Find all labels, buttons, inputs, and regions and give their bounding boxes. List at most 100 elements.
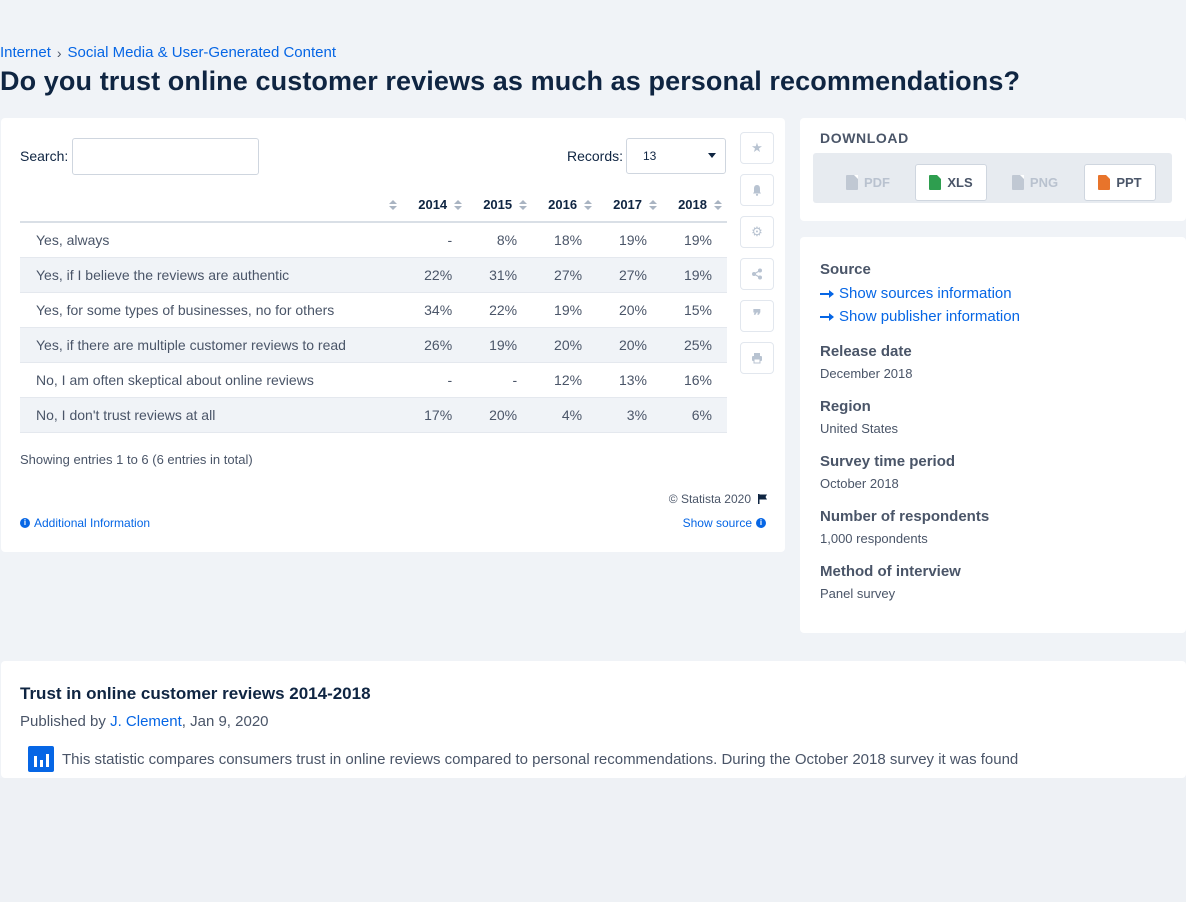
row-label: Yes, always [20, 222, 403, 258]
table-row: Yes, if there are multiple customer revi… [20, 327, 727, 363]
quote-icon: ❞ [752, 308, 762, 325]
search-input[interactable] [72, 138, 259, 175]
cell: 19% [597, 222, 663, 258]
cell: 20% [597, 292, 663, 328]
statistic-table-card: Search: Records: 13 2014 2015 2016 2017 … [1, 118, 785, 552]
row-label: Yes, if I believe the reviews are authen… [20, 257, 403, 293]
cell: 19% [662, 257, 727, 293]
page-title: Do you trust online customer reviews as … [0, 66, 1021, 96]
published-prefix: Published by [20, 713, 111, 730]
cell: 27% [597, 257, 663, 293]
star-icon: ★ [751, 140, 763, 155]
cell: - [402, 362, 468, 398]
respondents-value: 1,000 respondents [820, 531, 928, 546]
cell: - [402, 222, 468, 258]
sort-icon [454, 200, 463, 212]
source-card: Source Show sources information Show pub… [800, 237, 1186, 633]
favorite-button[interactable]: ★ [740, 132, 774, 164]
cell: 34% [402, 292, 468, 328]
release-date-heading: Release date [820, 343, 912, 360]
release-date-section: Release date December 2018 [820, 343, 913, 381]
share-button[interactable] [740, 258, 774, 290]
cell: 4% [532, 397, 598, 433]
method-value: Panel survey [820, 586, 896, 601]
show-publisher-link[interactable]: Show publisher information [820, 308, 1020, 325]
header-2017[interactable]: 2017 [597, 188, 663, 223]
header-label[interactable] [20, 188, 403, 223]
author-link[interactable]: J. Clement [110, 713, 182, 730]
breadcrumb-social-media[interactable]: Social Media & User-Generated Content [68, 44, 336, 61]
download-ppt-button[interactable]: PPT [1084, 164, 1156, 201]
download-ppt-label: PPT [1116, 175, 1142, 190]
region-section: Region United States [820, 398, 898, 436]
additional-information-label: Additional Information [34, 516, 151, 530]
arrow-right-icon [820, 289, 834, 298]
cell: 16% [662, 362, 727, 398]
cite-button[interactable]: ❞ [740, 300, 774, 332]
download-pdf-label: PDF [864, 175, 890, 190]
article-card: Trust in online customer reviews 2014-20… [1, 661, 1186, 778]
cell: 31% [467, 257, 533, 293]
cell: 22% [402, 257, 468, 293]
cell: 19% [662, 222, 727, 258]
gear-icon: ⚙ [751, 224, 763, 239]
breadcrumb-separator: › [56, 44, 62, 61]
arrow-right-icon [820, 312, 834, 321]
header-2014[interactable]: 2014 [402, 188, 468, 223]
records-select[interactable]: 13 [626, 138, 726, 174]
sort-icon [714, 200, 722, 212]
header-2018[interactable]: 2018 [662, 188, 727, 223]
page-footer-area [0, 778, 1186, 902]
show-source-label: Show source [682, 516, 752, 530]
row-label: No, I don't trust reviews at all [20, 397, 403, 433]
notification-button[interactable] [740, 174, 774, 206]
cell: 8% [467, 222, 533, 258]
download-xls-button[interactable]: XLS [915, 164, 987, 201]
cell: 15% [662, 292, 727, 328]
region-heading: Region [820, 398, 871, 415]
cell: 12% [532, 362, 598, 398]
download-title: DOWNLOAD [820, 130, 909, 146]
download-png-label: PNG [1029, 175, 1059, 190]
show-source-link[interactable]: Show source i [683, 516, 766, 530]
cell: 26% [402, 327, 468, 363]
sort-icon [584, 200, 593, 212]
cell: 20% [532, 327, 598, 363]
header-2015[interactable]: 2015 [467, 188, 533, 223]
download-xls-label: XLS [947, 175, 973, 190]
download-pdf-button[interactable]: PDF [832, 164, 904, 201]
table-row: No, I am often skeptical about online re… [20, 362, 727, 398]
bell-icon [753, 185, 761, 196]
table-row: Yes, always - 8% 18% 19% 19% [20, 222, 727, 258]
settings-button[interactable]: ⚙ [740, 216, 774, 248]
header-2016[interactable]: 2016 [532, 188, 598, 223]
flag-icon[interactable] [757, 493, 769, 505]
published-date: , Jan 9, 2020 [181, 713, 269, 730]
survey-period-section: Survey time period October 2018 [820, 453, 955, 491]
survey-period-value: October 2018 [820, 476, 899, 491]
table-row: Yes, if I believe the reviews are authen… [20, 257, 727, 293]
download-png-button[interactable]: PNG [999, 164, 1071, 201]
additional-information-link[interactable]: i Additional Information [20, 516, 150, 530]
cell: 3% [597, 397, 663, 433]
cell: 19% [467, 327, 533, 363]
survey-period-heading: Survey time period [820, 453, 956, 470]
sort-icon [519, 200, 528, 212]
method-heading: Method of interview [820, 563, 961, 580]
cell: 6% [662, 397, 727, 433]
show-sources-link[interactable]: Show sources information [820, 285, 1020, 302]
print-button[interactable] [740, 342, 774, 374]
ppt-file-icon [1098, 175, 1111, 190]
copyright-text: © Statista 2020 [668, 492, 751, 506]
copyright: © Statista 2020 [669, 492, 769, 506]
release-date-value: December 2018 [820, 366, 913, 381]
table-header-row: 2014 2015 2016 2017 2018 [20, 188, 727, 223]
respondents-heading: Number of respondents [820, 508, 990, 525]
table-row: Yes, for some types of businesses, no fo… [20, 292, 727, 328]
breadcrumb: Internet › Social Media & User-Generated… [0, 44, 336, 61]
breadcrumb-internet[interactable]: Internet [0, 44, 51, 61]
bar-chart-icon [28, 746, 54, 772]
print-icon [752, 353, 762, 364]
article-text: This statistic compares consumers trust … [62, 751, 1019, 768]
download-card: DOWNLOAD PDF XLS PNG PPT [800, 118, 1186, 221]
